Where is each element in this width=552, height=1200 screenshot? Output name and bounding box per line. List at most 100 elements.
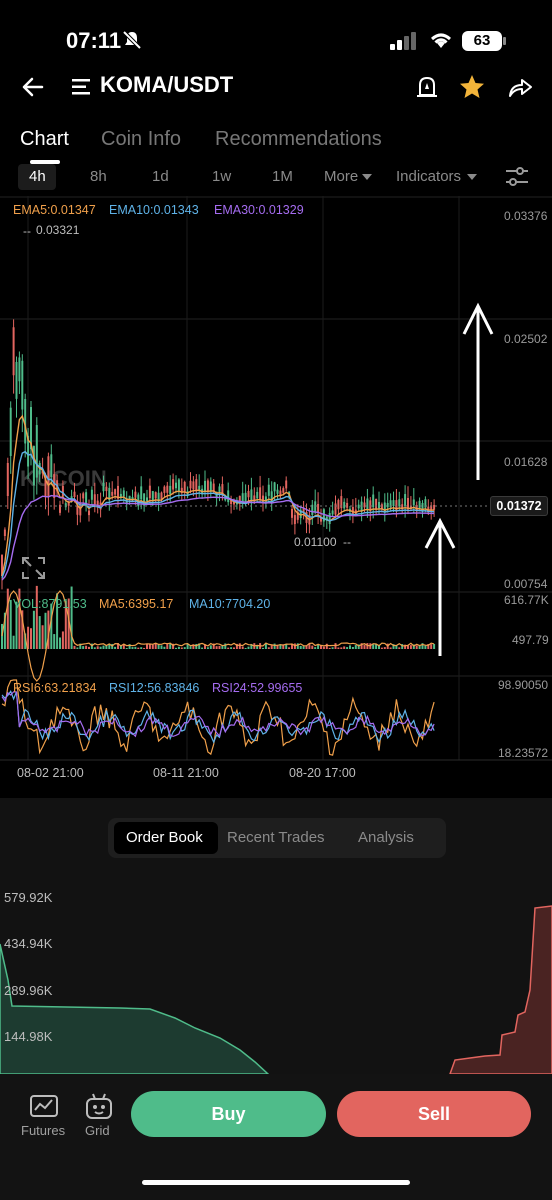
volume-bar	[175, 647, 177, 649]
volume-bar	[157, 644, 160, 649]
volume-bar	[35, 585, 38, 649]
volume-bar	[215, 646, 218, 649]
wifi-icon	[431, 33, 451, 48]
ema5-legend: EMA5:0.01347	[13, 203, 96, 217]
tab-recent-trades[interactable]: Recent Trades	[227, 829, 325, 846]
volume-bar	[76, 647, 79, 649]
volume-bar	[299, 645, 302, 649]
rsi24-legend: RSI24:52.99655	[212, 681, 303, 695]
volume-bar	[44, 612, 47, 649]
volume-bar	[151, 644, 154, 649]
candle-body	[282, 488, 285, 493]
back-arrow-icon[interactable]	[20, 74, 46, 100]
price-axis-label: 0.01628	[504, 455, 548, 469]
volume-bar	[372, 644, 375, 649]
home-indicator	[142, 1180, 410, 1185]
price-axis-label: 0.02502	[504, 332, 548, 346]
volume-bar	[163, 646, 166, 649]
grid-button[interactable]: Grid	[82, 1090, 116, 1138]
candle-body	[140, 486, 143, 500]
favorite-star-icon[interactable]	[458, 73, 486, 101]
depth-axis-label: 289.96K	[4, 983, 53, 998]
candle-body	[93, 494, 96, 505]
volume-bar	[409, 645, 412, 649]
expand-icon[interactable]	[22, 557, 45, 579]
volume-bar	[314, 647, 317, 649]
volume-bar	[32, 610, 35, 649]
share-icon[interactable]	[506, 74, 534, 100]
candle-body	[328, 513, 331, 525]
tab-order-book[interactable]: Order Book	[126, 829, 203, 846]
candle-body	[227, 490, 230, 503]
volume-bar	[241, 646, 244, 649]
chart-settings-icon[interactable]	[505, 166, 529, 188]
volume-bar	[233, 647, 235, 649]
timeframe-1d[interactable]: 1d	[152, 168, 169, 185]
candle-body	[279, 490, 282, 496]
timeframe-1w[interactable]: 1w	[212, 168, 231, 185]
futures-button[interactable]: Futures	[20, 1093, 70, 1139]
volume-bar	[186, 644, 189, 649]
volume-bar	[244, 647, 247, 649]
rsi-axis-top: 98.90050	[498, 678, 549, 692]
tab-analysis[interactable]: Analysis	[358, 829, 414, 846]
tab-chart[interactable]: Chart	[20, 128, 69, 151]
volume-bar	[122, 644, 125, 649]
volume-bar	[311, 645, 314, 649]
volume-bar	[334, 643, 337, 649]
candle-body	[175, 482, 177, 489]
pair-title[interactable]: KOMA/USDT	[100, 72, 233, 98]
candle-body	[418, 500, 421, 509]
candle-body	[276, 489, 279, 494]
volume-bar	[85, 645, 88, 649]
volume-bar	[273, 643, 276, 649]
candle-body	[146, 497, 148, 502]
futures-chart-icon	[30, 1095, 58, 1117]
ema30-legend: EMA30:0.01329	[214, 203, 304, 217]
volume-bar	[325, 643, 328, 649]
candle-body	[18, 357, 21, 382]
candle-body	[177, 479, 180, 492]
volume-bar	[180, 647, 183, 649]
timeframe-8h[interactable]: 8h	[90, 168, 107, 185]
sell-button[interactable]: Sell	[337, 1091, 531, 1137]
volume-bar	[267, 647, 270, 649]
candle-body	[102, 482, 105, 492]
candle-body	[9, 407, 12, 456]
timeframe-4h[interactable]: 4h	[29, 168, 46, 185]
low-price-marker: 0.01100	[294, 535, 337, 549]
price-chart[interactable]: KUCOIN	[0, 196, 552, 786]
price-alert-icon[interactable]	[414, 74, 440, 100]
indicators-dropdown[interactable]: Indicators	[396, 168, 461, 185]
depth-chart	[0, 905, 552, 1075]
candle-body	[21, 360, 24, 410]
candle-body	[189, 480, 192, 489]
candle-body	[195, 479, 198, 491]
time-axis-label: 08-02 21:00	[17, 766, 84, 780]
timeframe-1m[interactable]: 1M	[272, 168, 293, 185]
volume-bar	[59, 637, 61, 649]
time-axis-label: 08-11 21:00	[153, 766, 219, 780]
candle-body	[148, 485, 151, 499]
menu-list-icon[interactable]	[72, 78, 92, 96]
timeframe-more[interactable]: More	[324, 168, 358, 185]
candle-body	[253, 495, 256, 501]
tab-recommendations[interactable]: Recommendations	[215, 128, 382, 151]
candle-body	[151, 491, 154, 502]
buy-button[interactable]: Buy	[131, 1091, 326, 1137]
tab-coin-info[interactable]: Coin Info	[101, 128, 181, 151]
candle-body	[206, 480, 209, 492]
volume-bar	[209, 645, 212, 649]
volume-bar	[247, 646, 250, 649]
volume-axis-top: 616.77K	[504, 593, 549, 607]
candle-body	[267, 484, 270, 496]
candle-body	[398, 499, 401, 507]
candle-body	[90, 489, 93, 500]
bell-muted-icon	[122, 30, 142, 50]
volume-bar	[206, 647, 209, 649]
volume-bar	[288, 647, 291, 649]
volume-bar	[328, 647, 331, 649]
vol-ma10-legend: MA10:7704.20	[189, 597, 271, 611]
volume-bar	[375, 644, 378, 649]
candle-body	[82, 493, 85, 499]
